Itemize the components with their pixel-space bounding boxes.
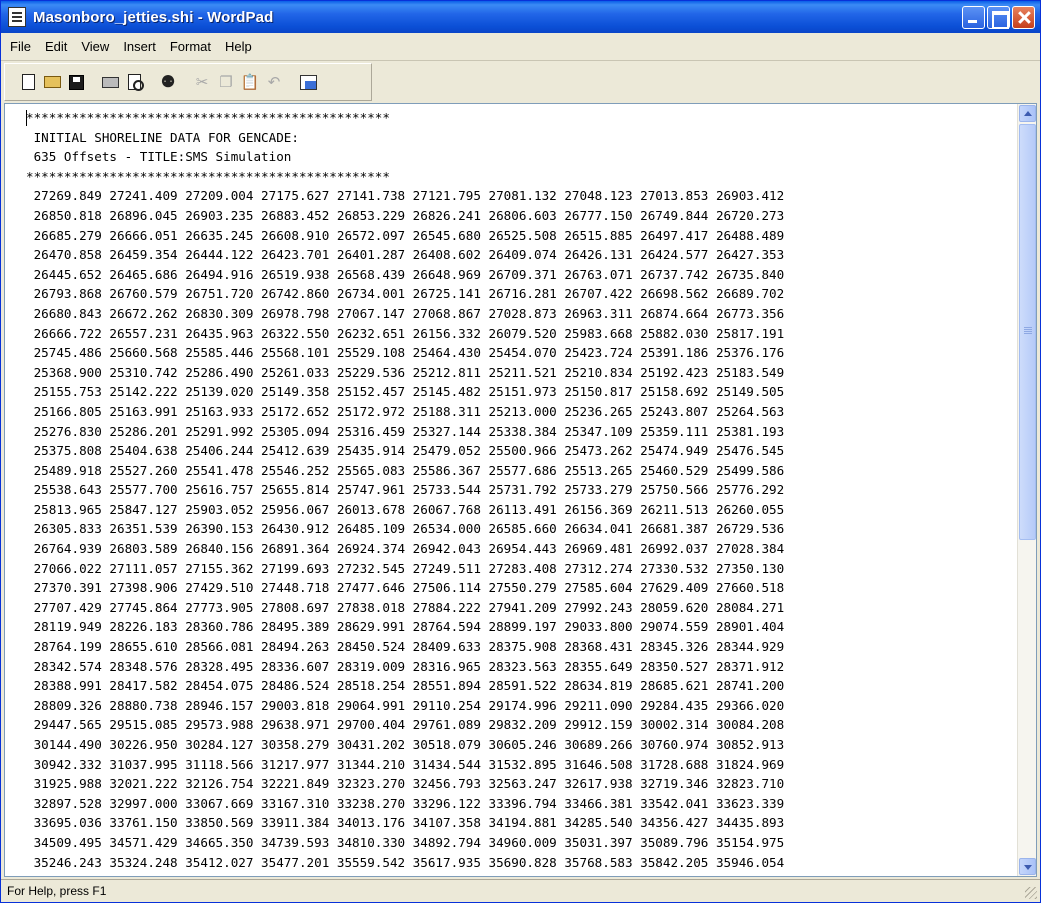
offset-row: 25538.643 25577.700 25616.757 25655.814 … <box>26 482 785 498</box>
offset-row: 27269.849 27241.409 27209.004 27175.627 … <box>26 188 785 204</box>
resize-grip[interactable] <box>1025 887 1037 899</box>
new-icon <box>21 74 35 90</box>
offset-row: 35246.243 35324.248 35412.027 35477.201 … <box>26 854 785 870</box>
open-icon <box>43 76 61 88</box>
offset-row: 28764.199 28655.610 28566.081 28494.263 … <box>26 639 785 655</box>
offset-row: 29447.565 29515.085 29573.988 29638.971 … <box>26 717 785 733</box>
paste-button[interactable]: 📋 <box>239 71 261 93</box>
document-text[interactable]: ****************************************… <box>26 108 1016 872</box>
offset-row: 26470.858 26459.354 26444.122 26423.701 … <box>26 247 785 263</box>
menu-help[interactable]: Help <box>218 38 259 56</box>
maximize-button[interactable] <box>987 6 1010 29</box>
document-area[interactable]: ****************************************… <box>4 103 1037 877</box>
paste-icon: 📋 <box>240 74 260 91</box>
menu-view[interactable]: View <box>74 38 116 56</box>
date-time-icon <box>299 74 317 90</box>
scroll-thumb[interactable] <box>1019 124 1036 540</box>
offset-row: 25745.486 25660.568 25585.446 25568.101 … <box>26 345 785 361</box>
offset-row: 27066.022 27111.057 27155.362 27199.693 … <box>26 560 785 576</box>
print-preview-button[interactable] <box>123 71 145 93</box>
save-button[interactable] <box>65 71 87 93</box>
offset-row: 28388.991 28417.582 28454.075 28486.524 … <box>26 678 785 694</box>
header-line: ****************************************… <box>26 110 390 125</box>
window-title: Masonboro_jetties.shi - WordPad <box>33 8 274 26</box>
cut-button[interactable]: ✂ <box>191 71 213 93</box>
offset-row: 33695.036 33761.150 33850.569 33911.384 … <box>26 815 785 831</box>
menu-file[interactable]: File <box>1 38 38 56</box>
header-line: ****************************************… <box>26 168 390 184</box>
offset-row: 25489.918 25527.260 25541.478 25546.252 … <box>26 462 785 478</box>
save-icon <box>68 74 84 90</box>
offset-row: 30144.490 30226.950 30284.127 30358.279 … <box>26 737 785 752</box>
print-icon <box>101 76 119 88</box>
vertical-scrollbar[interactable] <box>1017 104 1036 876</box>
offset-row: 27370.391 27398.906 27429.510 27448.718 … <box>26 580 785 596</box>
offset-row: 25155.753 25142.222 25139.020 25149.358 … <box>26 384 785 400</box>
undo-button[interactable]: ↶ <box>263 71 285 93</box>
header-line: INITIAL SHORELINE DATA FOR GENCADE: <box>26 129 299 145</box>
menu-edit[interactable]: Edit <box>38 38 74 56</box>
print-preview-icon <box>127 74 144 91</box>
status-bar: For Help, press F1 <box>1 879 1040 902</box>
offset-row: 28342.574 28348.576 28328.495 28336.607 … <box>26 658 785 674</box>
offset-row: 34509.495 34571.429 34665.350 34739.593 … <box>26 834 785 850</box>
find-icon: ⚉ <box>160 74 176 91</box>
scroll-down-button[interactable] <box>1019 858 1036 875</box>
cut-icon: ✂ <box>195 74 209 91</box>
offset-row: 25375.808 25404.638 25406.244 25412.639 … <box>26 443 785 459</box>
menu-format[interactable]: Format <box>163 38 218 56</box>
print-button[interactable] <box>99 71 121 93</box>
window-controls <box>962 6 1035 29</box>
offset-row: 30942.332 31037.995 31118.566 31217.977 … <box>26 756 785 772</box>
wordpad-app-icon[interactable] <box>8 7 26 27</box>
offset-row: 28119.949 28226.183 28360.786 28495.389 … <box>26 619 785 635</box>
date-time-button[interactable] <box>297 71 319 93</box>
status-text: For Help, press F1 <box>7 884 107 898</box>
offset-row: 25276.830 25286.201 25291.992 25305.094 … <box>26 423 785 439</box>
new-button[interactable] <box>17 71 39 93</box>
offset-row: 25368.900 25310.742 25286.490 25261.033 … <box>26 364 785 380</box>
menu-insert[interactable]: Insert <box>116 38 163 56</box>
offset-row: 26764.939 26803.589 26840.156 26891.364 … <box>26 541 785 557</box>
offset-row: 25166.805 25163.991 25163.933 25172.652 … <box>26 403 785 419</box>
offset-row: 31925.988 32021.222 32126.754 32221.849 … <box>26 776 785 792</box>
find-button[interactable]: ⚉ <box>157 71 179 93</box>
open-button[interactable] <box>41 71 63 93</box>
offset-row: 26445.652 26465.686 26494.916 26519.938 … <box>26 266 785 282</box>
scroll-up-button[interactable] <box>1019 105 1036 122</box>
title-bar[interactable]: Masonboro_jetties.shi - WordPad <box>1 1 1040 33</box>
offset-row: 26850.818 26896.045 26903.235 26883.452 … <box>26 207 785 223</box>
copy-icon: ❐ <box>219 74 233 91</box>
offset-row: 32897.528 32997.000 33067.669 33167.310 … <box>26 795 785 811</box>
offset-row: 26680.843 26672.262 26830.309 26978.798 … <box>26 305 785 321</box>
offset-row: 26666.722 26557.231 26435.963 26322.550 … <box>26 325 785 341</box>
offset-row: 26685.279 26666.051 26635.245 26608.910 … <box>26 227 785 243</box>
offset-row: 26305.833 26351.539 26390.153 26430.912 … <box>26 521 785 537</box>
close-button[interactable] <box>1012 6 1035 29</box>
offset-row: 28809.326 28880.738 28946.157 29003.818 … <box>26 697 785 713</box>
offset-row: 25813.965 25847.127 25903.052 25956.067 … <box>26 501 785 517</box>
wordpad-window: Masonboro_jetties.shi - WordPad File Edi… <box>0 0 1041 903</box>
standard-toolbar: ⚉ ✂ ❐ 📋 ↶ <box>4 63 372 101</box>
undo-icon: ↶ <box>267 74 281 91</box>
menu-bar: File Edit View Insert Format Help <box>1 33 1040 61</box>
copy-button[interactable]: ❐ <box>215 71 237 93</box>
offset-row: 26793.868 26760.579 26751.720 26742.860 … <box>26 286 785 302</box>
minimize-button[interactable] <box>962 6 985 29</box>
offset-row: 27707.429 27745.864 27773.905 27808.697 … <box>26 599 785 615</box>
header-line: 635 Offsets - TITLE:SMS Simulation <box>26 149 292 165</box>
